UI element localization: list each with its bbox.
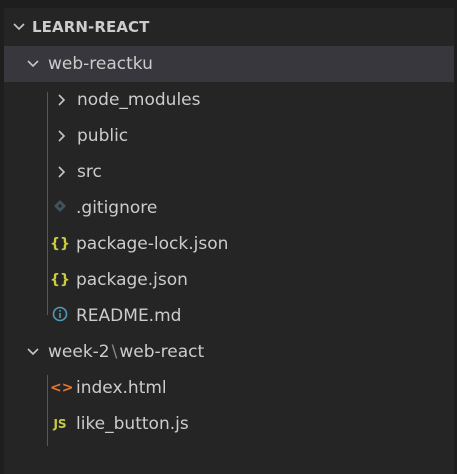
file-label: like_button.js bbox=[76, 414, 189, 434]
file-tree: LEARN-REACT web-reactku node_modules pub… bbox=[4, 8, 454, 446]
workspace-title: LEARN-REACT bbox=[32, 18, 150, 36]
folder-week-2-web-react[interactable]: week-2 \ web-react bbox=[4, 334, 454, 370]
chevron-right-icon bbox=[53, 94, 71, 106]
workspace-header[interactable]: LEARN-REACT bbox=[4, 8, 454, 46]
file-readme-md[interactable]: README.md bbox=[4, 298, 454, 334]
explorer-panel: LEARN-REACT web-reactku node_modules pub… bbox=[0, 0, 457, 474]
file-label: .gitignore bbox=[76, 198, 158, 218]
folder-node-modules[interactable]: node_modules bbox=[4, 82, 454, 118]
folder-public[interactable]: public bbox=[4, 118, 454, 154]
folder-label: week-2 \ web-react bbox=[48, 342, 204, 362]
file-gitignore[interactable]: .gitignore bbox=[4, 190, 454, 226]
file-index-html[interactable]: <> index.html bbox=[4, 370, 454, 406]
chevron-right-icon bbox=[53, 130, 71, 142]
html-icon: <> bbox=[50, 380, 74, 396]
folder-label: web-reactku bbox=[48, 54, 153, 74]
folder-src[interactable]: src bbox=[4, 154, 454, 190]
file-like-button-js[interactable]: JS like_button.js bbox=[4, 406, 454, 442]
info-icon bbox=[50, 306, 70, 326]
js-icon: JS bbox=[53, 417, 67, 431]
folder-web-reactku[interactable]: web-reactku bbox=[4, 46, 454, 82]
chevron-down-icon bbox=[24, 60, 42, 68]
file-label: index.html bbox=[76, 378, 167, 398]
folder-label: public bbox=[77, 126, 129, 146]
top-border bbox=[0, 0, 457, 8]
folder-label-part2: web-react bbox=[119, 342, 205, 362]
file-label: package.json bbox=[76, 270, 188, 290]
chevron-down-icon bbox=[24, 348, 42, 356]
json-braces-icon: {} bbox=[50, 272, 70, 288]
json-braces-icon: {} bbox=[50, 236, 70, 252]
chevron-right-icon bbox=[53, 166, 71, 178]
file-package-json[interactable]: {} package.json bbox=[4, 262, 454, 298]
folder-label-part1: week-2 bbox=[48, 342, 110, 362]
git-icon bbox=[50, 199, 70, 217]
file-label: README.md bbox=[76, 306, 182, 326]
folder-label: node_modules bbox=[77, 90, 201, 110]
file-label: package-lock.json bbox=[76, 234, 229, 254]
file-package-lock-json[interactable]: {} package-lock.json bbox=[4, 226, 454, 262]
folder-label: src bbox=[77, 162, 102, 182]
chevron-down-icon bbox=[10, 23, 28, 31]
path-separator: \ bbox=[111, 342, 118, 362]
